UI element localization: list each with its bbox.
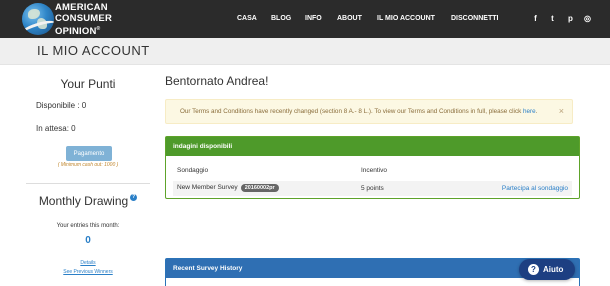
points-title: Your Punti — [60, 77, 116, 91]
previous-winners-link[interactable]: See Previous Winners — [26, 269, 150, 275]
top-navbar: AMERICAN CONSUMER OPINION® CASA BLOG INF… — [0, 0, 610, 38]
survey-name-cell: New Member Survey 20160002pr — [177, 184, 279, 192]
entries-value: 0 — [85, 235, 91, 246]
entries-label: Your entries this month: — [56, 223, 120, 229]
brand-logo[interactable]: AMERICAN CONSUMER OPINION® — [22, 2, 122, 38]
terms-alert: Our Terms and Conditions have recently c… — [165, 99, 573, 124]
brand-line-2: CONSUMER — [55, 12, 113, 24]
drawing-title: Monthly Drawing? — [26, 194, 150, 208]
brand-name: AMERICAN CONSUMER OPINION® — [55, 2, 113, 38]
nav-item-casa[interactable]: CASA — [237, 0, 257, 38]
panel-title: indagini disponibili — [166, 137, 579, 156]
twitter-icon[interactable]: t — [548, 14, 557, 23]
pending-points: In attesa: 0 — [36, 124, 76, 133]
help-icon[interactable]: ? — [130, 194, 138, 201]
column-header-incentive: Incentivo — [361, 167, 388, 174]
min-cashout-note: ( Minimum cash out: 1000 ) — [57, 162, 119, 168]
nav-item-logout[interactable]: DISCONNETTI — [451, 0, 498, 38]
alert-text: Our Terms and Conditions have recently c… — [180, 108, 524, 115]
details-link[interactable]: Details — [26, 260, 150, 266]
nav-item-account[interactable]: IL MIO ACCOUNT — [377, 0, 435, 38]
points-card: Your Punti Disponibile : 0 In attesa: 0 … — [26, 74, 150, 184]
available-points: Disponibile : 0 — [36, 101, 87, 110]
page-title: IL MIO ACCOUNT — [37, 43, 150, 58]
nav-item-info[interactable]: INFO — [305, 0, 322, 38]
history-panel-title: Recent Survey History — [166, 259, 579, 278]
facebook-icon[interactable]: f — [531, 14, 540, 23]
incentive-cell: 5 points — [361, 185, 384, 192]
instagram-icon[interactable]: ◎ — [583, 14, 592, 23]
alert-suffix: . — [535, 108, 538, 115]
participate-link[interactable]: Partecipa al sondaggio — [502, 185, 568, 192]
pinterest-icon[interactable]: p — [566, 14, 575, 23]
registered-mark: ® — [96, 26, 101, 32]
help-button-label: Aiuto — [543, 265, 564, 274]
close-icon[interactable]: × — [559, 106, 564, 116]
table-row: New Member Survey 20160002pr 5 points Par… — [173, 181, 572, 196]
help-chat-button[interactable]: ? Aiuto — [519, 259, 575, 280]
payment-button[interactable]: Pagamento — [66, 146, 112, 161]
column-header-survey: Sondaggio — [177, 167, 209, 174]
survey-name: New Member Survey — [177, 184, 238, 191]
survey-history-panel: Recent Survey History — [165, 258, 580, 286]
nav-item-about[interactable]: ABOUT — [337, 0, 362, 38]
welcome-heading: Bentornato Andrea! — [165, 74, 269, 88]
page-title-bar: IL MIO ACCOUNT — [0, 38, 610, 65]
globe-icon — [22, 3, 54, 35]
survey-code-badge: 20160002pr — [240, 184, 279, 192]
brand-line-3: OPINION — [55, 26, 97, 38]
brand-line-1: AMERICAN — [55, 2, 108, 13]
alert-here-link[interactable]: here — [523, 108, 536, 115]
nav-item-blog[interactable]: BLOG — [271, 0, 291, 38]
question-icon: ? — [528, 264, 539, 275]
available-surveys-panel: indagini disponibili Sondaggio Incentivo… — [165, 136, 580, 199]
alert-message: Our Terms and Conditions have recently c… — [180, 108, 537, 115]
drawing-title-text: Monthly Drawing — [38, 194, 129, 208]
